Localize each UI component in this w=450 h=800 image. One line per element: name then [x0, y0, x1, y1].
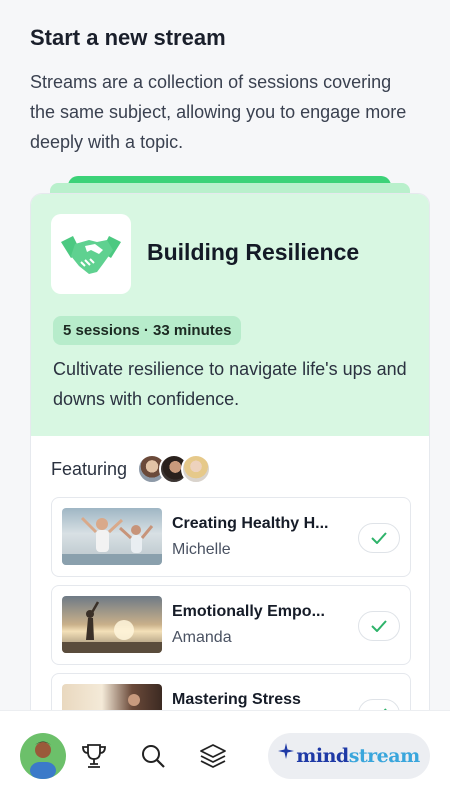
brand-logo-part2: stream — [348, 745, 421, 767]
stream-title: Building Resilience — [147, 239, 360, 265]
stream-description: Cultivate resilience to navigate life's … — [53, 359, 407, 409]
search-icon[interactable] — [138, 741, 168, 771]
stream-card-header: Building Resilience 5 sessions · 33 minu… — [31, 194, 429, 436]
brand-logo: mindstream — [296, 745, 421, 767]
trophy-icon[interactable] — [79, 741, 109, 771]
bottom-nav: mindstream — [0, 710, 450, 800]
page-title: Start a new stream — [30, 25, 226, 50]
check-icon — [371, 532, 387, 544]
handshake-icon — [61, 236, 121, 274]
complete-toggle[interactable] — [358, 611, 400, 641]
featuring-row: Featuring — [51, 454, 212, 484]
session-thumbnail — [62, 596, 162, 653]
session-thumbnail — [62, 508, 162, 565]
page-description: Streams are a collection of sessions cov… — [30, 72, 407, 152]
featuring-label: Featuring — [51, 458, 128, 479]
session-title: Mastering Stress — [172, 691, 301, 708]
check-icon — [371, 620, 387, 632]
list-item[interactable]: Creating Healthy H... Michelle — [51, 497, 411, 577]
brand-button[interactable]: mindstream — [268, 733, 430, 779]
session-author: Michelle — [172, 541, 231, 558]
brand-logo-part1: mind — [296, 745, 349, 767]
layers-icon[interactable] — [198, 741, 228, 771]
session-author: Amanda — [172, 629, 232, 646]
stream-logo — [51, 214, 131, 294]
stream-page: Start a new stream Streams are a collect… — [0, 0, 450, 800]
sparkle-icon — [278, 743, 295, 759]
profile-avatar[interactable] — [20, 733, 66, 779]
avatar — [181, 454, 212, 484]
stream-meta-badge: 5 sessions · 33 minutes — [53, 316, 242, 345]
complete-toggle[interactable] — [358, 523, 400, 553]
featured-avatars — [137, 454, 212, 484]
list-item[interactable]: Emotionally Empo... Amanda — [51, 585, 411, 665]
session-title: Emotionally Empo... — [172, 603, 325, 620]
stream-card[interactable]: Building Resilience 5 sessions · 33 minu… — [30, 193, 430, 753]
session-title: Creating Healthy H... — [172, 515, 329, 532]
